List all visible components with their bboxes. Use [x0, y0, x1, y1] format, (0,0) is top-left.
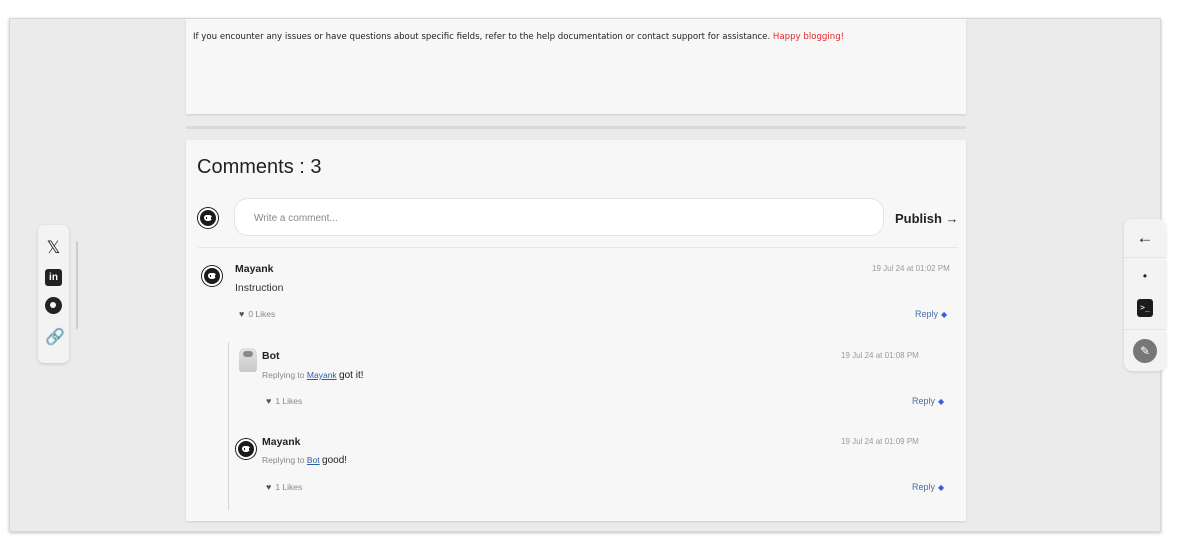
- replying-prefix: Replying to: [262, 455, 305, 465]
- back-arrow-icon[interactable]: ←: [1135, 228, 1155, 248]
- reply-icon: ◆: [941, 310, 948, 319]
- comment-date: 19 Jul 24 at 01:08 PM: [841, 351, 919, 360]
- reply-label: Reply: [912, 396, 936, 406]
- replying-line: Replying to Mayank got it!: [262, 370, 364, 381]
- dot-icon[interactable]: •: [1135, 269, 1155, 283]
- reply-icon: ◆: [938, 397, 945, 406]
- like-button[interactable]: ♥ 1 Likes: [266, 482, 302, 492]
- page-frame: If you encounter any issues or have ques…: [9, 18, 1166, 532]
- section-divider: [186, 126, 966, 129]
- tool-separator: [1124, 329, 1166, 330]
- replying-prefix: Replying to: [262, 370, 305, 380]
- reply-label: Reply: [915, 309, 939, 319]
- copy-link-icon[interactable]: 🔗: [45, 327, 65, 346]
- tool-bar: ← • >_ ✎: [1124, 219, 1166, 371]
- tool-separator: [1124, 257, 1166, 258]
- share-bar-scroll-indicator: [76, 241, 78, 329]
- terminal-icon[interactable]: >_: [1137, 299, 1153, 317]
- comment-date: 19 Jul 24 at 01:02 PM: [872, 264, 950, 273]
- comment-text: good!: [322, 455, 348, 466]
- publish-button[interactable]: Publish →: [895, 211, 959, 226]
- heart-icon: ♥: [239, 309, 245, 319]
- comment-input[interactable]: Write a comment...: [234, 198, 884, 236]
- comments-title: Comments : 3: [197, 156, 322, 178]
- comment-author[interactable]: Mayank: [262, 436, 301, 448]
- like-count: 0 Likes: [248, 309, 276, 319]
- reply-label: Reply: [912, 482, 936, 492]
- reply-button[interactable]: Reply ◆: [912, 482, 944, 492]
- whatsapp-share-icon[interactable]: [45, 297, 62, 314]
- comments-section: Comments : 3 Write a comment... Publish …: [186, 140, 966, 521]
- like-count: 1 Likes: [275, 396, 303, 406]
- replying-line: Replying to Bot good!: [262, 455, 347, 466]
- comment-text: got it!: [339, 370, 364, 381]
- linkedin-share-icon[interactable]: in: [45, 269, 62, 286]
- comment-text: Instruction: [235, 282, 284, 294]
- current-user-avatar: [198, 208, 218, 228]
- mention-link[interactable]: Mayank: [307, 370, 337, 380]
- x-share-icon[interactable]: 𝕏: [45, 238, 62, 258]
- reply-button[interactable]: Reply ◆: [915, 309, 947, 319]
- heart-icon: ♥: [266, 482, 272, 492]
- heart-icon: ♥: [266, 396, 272, 406]
- comment-date: 19 Jul 24 at 01:09 PM: [841, 437, 919, 446]
- reply-icon: ◆: [938, 483, 945, 492]
- like-button[interactable]: ♥ 0 Likes: [239, 309, 275, 319]
- closing-text: If you encounter any issues or have ques…: [193, 32, 771, 42]
- comments-separator: [198, 247, 958, 248]
- like-count: 1 Likes: [275, 482, 303, 492]
- edit-pencil-icon[interactable]: ✎: [1133, 339, 1157, 363]
- mention-link[interactable]: Bot: [307, 455, 320, 465]
- bot-avatar: [239, 348, 257, 372]
- reply-button[interactable]: Reply ◆: [912, 396, 944, 406]
- like-button[interactable]: ♥ 1 Likes: [266, 396, 302, 406]
- article-closing-card: If you encounter any issues or have ques…: [186, 19, 966, 114]
- comment-author[interactable]: Mayank: [235, 263, 274, 275]
- comment-author[interactable]: Bot: [262, 350, 280, 362]
- article-closing-paragraph: If you encounter any issues or have ques…: [193, 32, 963, 42]
- share-bar: 𝕏 in 🔗: [38, 225, 69, 363]
- reply-thread-line: [228, 342, 229, 510]
- comment-avatar: [202, 266, 222, 286]
- comment-avatar: [236, 439, 256, 459]
- closing-highlight: Happy blogging!: [772, 32, 845, 42]
